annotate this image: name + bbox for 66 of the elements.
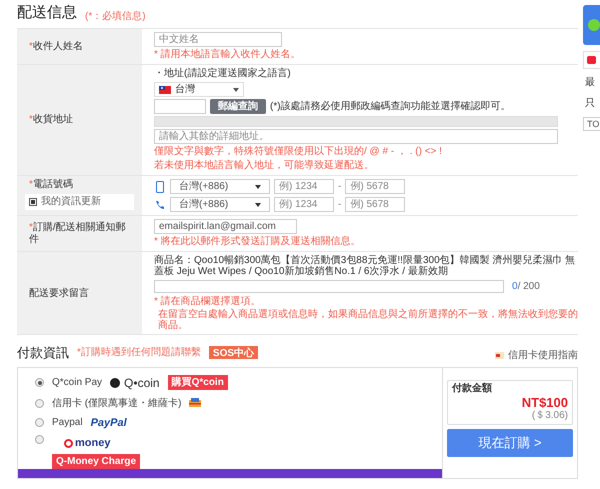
charge-button[interactable]: Q-Money Charge xyxy=(52,454,140,468)
field-label: *收貨地址 xyxy=(29,114,73,126)
address-note: ・地址(請設定運送國家之語言) xyxy=(154,68,292,80)
product-name: 商品名：Qoo10暢銷300萬包【首次活動價3包88元免運!!限量300包】韓國製 濟州嬰兒柔濕巾 無蓋板 Jeju Wet Wipes / Qoo10新加坡銷售No.1 / 6次淨水 / 最新效期 xyxy=(154,255,576,277)
zip-field[interactable] xyxy=(154,99,206,114)
amount-label: 付款金額 xyxy=(452,382,493,394)
method-label: Paypal xyxy=(52,416,83,430)
input-field[interactable]: 例) 1234 xyxy=(274,197,334,212)
country-select[interactable]: 台灣(+886) xyxy=(170,179,270,194)
required-note: (*：必填信息) xyxy=(85,10,146,24)
field-label: *電話號碼 xyxy=(28,179,74,191)
section-title: 配送信息 xyxy=(17,2,77,22)
zip-search-button[interactable]: 郵編查詢 xyxy=(210,99,266,114)
warning-text: 僅限文字與數字，特殊符號僅限使用以下出現的/ @ # - ， . () <> ! xyxy=(154,146,443,158)
paypal-logo: PayPal xyxy=(90,416,127,430)
warning-text: 若未使用本地語言輸入地址，可能導致延遲配送。 xyxy=(154,160,375,172)
amount-converted: (＄3.06) xyxy=(532,410,568,422)
checkbox-label: 我的資訊更新 xyxy=(41,196,101,208)
input-field[interactable]: 中文姓名 xyxy=(154,32,282,47)
help-note: *訂購時遇到任何問題請聯繫 xyxy=(77,346,201,360)
amount-value: NT$100 xyxy=(522,394,568,410)
mobile-phone-icon xyxy=(156,180,164,192)
top-button[interactable]: TO xyxy=(583,117,600,131)
input-field[interactable]: 例) 5678 xyxy=(345,179,406,194)
radio-button[interactable] xyxy=(35,435,44,444)
radio-button[interactable] xyxy=(35,378,44,387)
country-select[interactable]: 台灣 xyxy=(154,82,244,97)
input-field[interactable]: 請輸入其餘的詳細地址。 xyxy=(154,129,558,144)
field-label: *訂購/配送相關通知郵件 xyxy=(29,222,127,246)
flag-icon xyxy=(159,86,171,94)
method-label: 信用卡 (僅限萬事達・維薩卡) xyxy=(52,396,182,410)
hint-text: * 請用本地語言輸入收件人姓名。 xyxy=(154,49,302,61)
input-field[interactable]: 例) 5678 xyxy=(345,197,406,212)
app-tile[interactable] xyxy=(583,5,600,45)
input-field[interactable]: emailspirit.lan@gmail.com xyxy=(154,219,297,234)
card-icon xyxy=(189,398,202,408)
side-tile[interactable] xyxy=(583,51,600,69)
order-button[interactable]: 現在訂購 > xyxy=(447,428,573,456)
separator-text: - xyxy=(338,198,342,212)
caret-icon xyxy=(233,88,239,92)
country-select[interactable]: 台灣(+886) xyxy=(170,197,270,212)
char-counter: 0/ 200 xyxy=(512,280,540,294)
checkbox[interactable] xyxy=(29,198,37,206)
phone-handset-icon xyxy=(155,200,165,210)
section-title: 付款資訊 xyxy=(17,344,69,362)
method-label: Q*coin Pay xyxy=(52,376,102,390)
qmoney-logo: money xyxy=(64,435,140,452)
side-text: 只 xyxy=(584,97,596,111)
buy-coin-button[interactable]: 購買Q*coin xyxy=(168,375,228,390)
card-icon xyxy=(495,352,504,358)
zip-note: (*)該處請務必使用郵政編碼查詢功能並選擇確認即可。 xyxy=(270,100,511,112)
coin-logo: Q•coin xyxy=(110,374,160,392)
field-label: 配送要求留言 xyxy=(29,286,89,300)
caret-icon xyxy=(255,202,261,206)
caret-icon xyxy=(255,184,261,188)
field-label: *收件人姓名 xyxy=(29,40,83,52)
input-field[interactable]: 例) 1234 xyxy=(274,179,334,194)
guide-link[interactable]: 信用卡使用指南 xyxy=(495,348,578,362)
hint-text: * 請在商品欄選擇選項。 xyxy=(154,296,262,307)
hint-text: * 將在此以郵件形式發送訂購及運送相關信息。 xyxy=(154,236,362,248)
separator-text: - xyxy=(338,180,342,194)
hint-text: 在留言空白處輸入商品選項或信息時，如果商品信息與之前所選擇的不一致，將無法收到您要的商品。 xyxy=(157,309,578,331)
radio-button[interactable] xyxy=(35,418,44,428)
radio-button[interactable] xyxy=(35,398,44,408)
message-field[interactable] xyxy=(154,280,504,293)
side-text: 最 xyxy=(584,76,596,90)
